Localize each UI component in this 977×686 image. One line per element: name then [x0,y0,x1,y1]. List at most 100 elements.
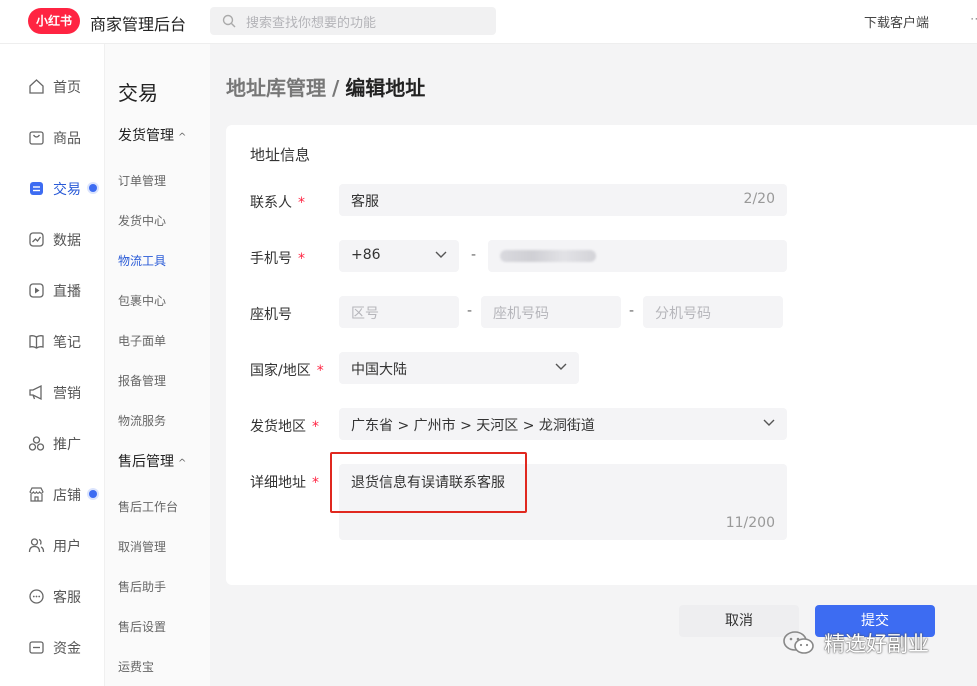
nav-item-goods[interactable]: 商品 [0,122,104,152]
chevron-up-icon: ^ [178,458,187,469]
notification-dot [89,184,97,192]
nav-item-home[interactable]: 首页 [0,71,104,101]
region-label: 发货地区 * [250,416,319,436]
subnav-link[interactable]: 订单管理 [118,172,166,189]
breadcrumb: 地址库管理 / 编辑地址 [226,72,425,101]
required-mark: * [316,363,324,379]
main-nav: 首页 商品 交易 数据 直播 笔记 营销 推广 店铺 用户 客服 资金 [0,44,104,686]
subnav-link[interactable]: 物流服务 [118,412,166,429]
nav-label: 商品 [53,131,81,147]
bag-icon [29,131,44,145]
nav-item-users[interactable]: 用户 [0,530,104,560]
book-icon [29,335,44,349]
subnav-link-active[interactable]: 物流工具 [118,252,166,269]
subnav-link[interactable]: 售后工作台 [118,498,178,515]
form-title: 地址信息 [250,146,311,164]
search-box[interactable]: 搜索查找你想要的功能 [210,7,496,35]
page-title: 编辑地址 [345,76,426,100]
nav-label: 营销 [53,386,81,402]
area-code-placeholder: 区号 [351,306,379,322]
subnav-group-aftersale[interactable]: 售后管理 ^ [118,451,186,471]
country-select[interactable]: 中国大陆 [339,352,579,384]
phone-dash: - [471,247,477,263]
chevron-down-icon [435,251,447,258]
nav-label: 店铺 [53,488,81,504]
extension-input[interactable]: 分机号码 [643,296,783,328]
chevron-down-icon [763,419,775,426]
contact-value: 客服 [351,194,379,210]
subnav-group-shipping[interactable]: 发货管理 ^ [118,125,186,145]
nav-item-notes[interactable]: 笔记 [0,326,104,356]
contact-label: 联系人 * [250,192,305,212]
nav-label: 资金 [53,641,81,657]
area-code-input[interactable]: 区号 [339,296,459,328]
phone-number-input[interactable] [488,240,787,272]
chart-icon [29,232,44,247]
search-placeholder: 搜索查找你想要的功能 [246,16,377,31]
label-text: 手机号 [250,251,292,267]
label-text: 详细地址 [250,475,306,491]
country-label: 国家/地区 * [250,360,324,380]
phone-code-select[interactable]: +86 [339,240,459,272]
watermark-text: 精选好副业 [824,632,929,656]
subnav-link[interactable]: 运费宝 [118,658,154,675]
nav-item-data[interactable]: 数据 [0,224,104,254]
subnav-section-title: 交易 [118,81,158,105]
download-client-link[interactable]: 下载客户端 [864,12,929,31]
region-value: 广东省 > 广州市 > 天河区 > 龙洞街道 [351,418,595,434]
subnav-link[interactable]: 售后助手 [118,578,166,595]
megaphone-icon [29,384,42,401]
subnav-link[interactable]: 包裹中心 [118,292,166,309]
required-mark: * [298,251,305,267]
subnav-link[interactable]: 取消管理 [118,538,166,555]
sub-nav: 交易 发货管理 ^ 订单管理 发货中心 物流工具 包裹中心 电子面单 报备管理 物… [104,44,210,686]
nav-item-trade[interactable]: 交易 [0,173,104,203]
region-select[interactable]: 广东省 > 广州市 > 天河区 > 龙洞街道 [339,408,787,440]
breadcrumb-parent[interactable]: 地址库管理 [226,76,326,100]
contact-input[interactable]: 客服 2/20 [339,184,787,216]
wechat-icon [783,631,814,654]
group-label: 售后管理 [118,454,174,470]
play-icon [29,283,44,298]
extension-dash: - [629,303,635,319]
subnav-link[interactable]: 报备管理 [118,372,166,389]
top-bar: 小红书 商家管理后台 搜索查找你想要的功能 下载客户端 ⋯ [0,0,977,44]
trade-icon [30,182,43,195]
char-counter: 2/20 [743,191,775,207]
landline-number-input[interactable]: 座机号码 [481,296,621,328]
nav-item-funds[interactable]: 资金 [0,632,104,662]
more-icon[interactable]: ⋯ [970,12,977,27]
nav-label: 用户 [53,539,81,555]
nav-label: 首页 [53,80,81,96]
landline-dash: - [467,303,473,319]
label-text: 发货地区 [250,419,306,435]
notification-dot [89,490,97,498]
subnav-link[interactable]: 发货中心 [118,212,166,229]
char-counter: 11/200 [725,515,775,531]
annotation-highlight-box [330,452,527,513]
chevron-down-icon [555,363,567,370]
label-text: 联系人 [250,195,292,211]
breadcrumb-separator: / [332,76,340,100]
phone-code-value: +86 [351,247,381,263]
cancel-button[interactable]: 取消 [679,605,799,637]
nav-item-service[interactable]: 客服 [0,581,104,611]
nav-item-live[interactable]: 直播 [0,275,104,305]
shop-icon [29,487,44,502]
landline-placeholder: 座机号码 [493,306,549,322]
nav-label: 数据 [53,233,81,249]
search-icon [222,14,236,28]
nav-item-marketing[interactable]: 营销 [0,377,104,407]
detail-address-label: 详细地址 * [250,472,319,492]
chevron-up-icon: ^ [178,132,187,143]
app-title: 商家管理后台 [90,15,187,34]
subnav-link[interactable]: 电子面单 [118,332,166,349]
nav-item-promote[interactable]: 推广 [0,428,104,458]
address-form-panel: 地址信息 联系人 * 客服 2/20 手机号 * +86 - 座机号 区号 - 座机… [226,125,977,585]
nav-label: 直播 [53,284,81,300]
extension-placeholder: 分机号码 [655,306,711,322]
nav-item-shop[interactable]: 店铺 [0,479,104,509]
required-mark: * [298,195,305,211]
subnav-link[interactable]: 售后设置 [118,618,166,635]
xiaohongshu-logo[interactable]: 小红书 [28,8,80,34]
